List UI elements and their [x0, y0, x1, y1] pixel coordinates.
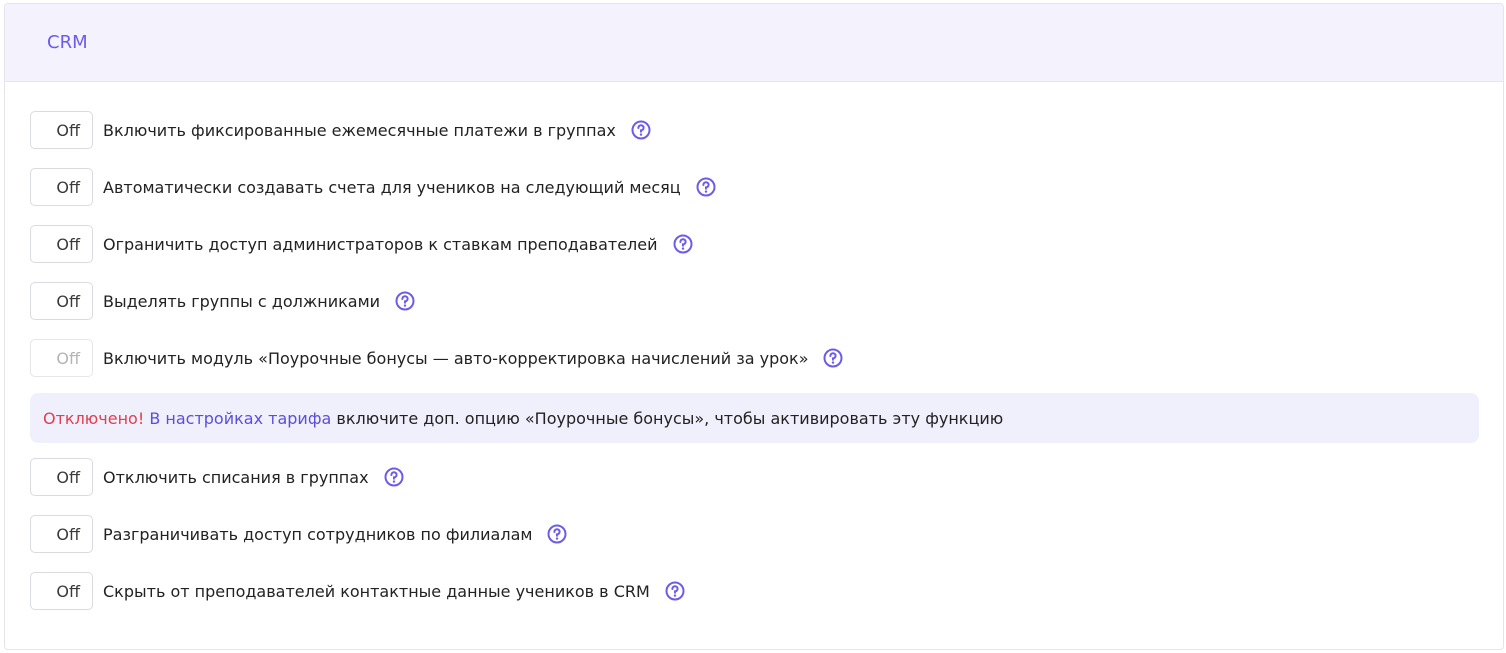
setting-auto-invoices: Off Автоматически создавать счета для уч… [30, 168, 716, 206]
tariff-settings-link[interactable]: В настройках тарифа [149, 409, 331, 428]
question-circle-icon[interactable] [547, 524, 567, 544]
toggle-disable-group-charges[interactable]: Off [30, 458, 93, 496]
toggle-restrict-admin-rates[interactable]: Off [30, 225, 93, 263]
toggle-hide-student-contacts[interactable]: Off [30, 572, 93, 610]
toggle-fixed-monthly-payments[interactable]: Off [30, 111, 93, 149]
question-circle-icon[interactable] [673, 234, 693, 254]
setting-label: Выделять группы с должниками [103, 291, 381, 311]
setting-label: Автоматически создавать счета для ученик… [103, 177, 681, 197]
question-circle-icon[interactable] [823, 348, 843, 368]
toggle-lesson-bonuses: Off [30, 339, 93, 377]
setting-label: Скрыть от преподавателей контактные данн… [103, 581, 650, 601]
setting-label: Отключить списания в группах [103, 467, 369, 487]
alert-text: включите доп. опцию «Поурочные бонусы», … [336, 408, 1004, 428]
setting-lesson-bonuses: Off Включить модуль «Поурочные бонусы — … [30, 339, 843, 377]
crm-settings-panel: CRM Off Включить фиксированные ежемесячн… [4, 3, 1504, 650]
setting-branch-access: Off Разграничивать доступ сотрудников по… [30, 515, 567, 553]
toggle-auto-invoices[interactable]: Off [30, 168, 93, 206]
alert-prefix: Отключено! [43, 408, 145, 428]
setting-label: Включить фиксированные ежемесячные плате… [103, 120, 616, 140]
setting-disable-group-charges: Off Отключить списания в группах [30, 458, 404, 496]
setting-label: Включить модуль «Поурочные бонусы — авто… [103, 348, 809, 368]
question-circle-icon[interactable] [665, 581, 685, 601]
question-circle-icon[interactable] [384, 467, 404, 487]
panel-header: CRM [5, 4, 1503, 82]
question-circle-icon[interactable] [395, 291, 415, 311]
setting-restrict-admin-rates: Off Ограничить доступ администраторов к … [30, 225, 693, 263]
setting-label: Ограничить доступ администраторов к став… [103, 234, 658, 254]
tariff-disabled-alert: Отключено! В настройках тарифа включите … [30, 393, 1479, 443]
setting-highlight-debtors: Off Выделять группы с должниками [30, 282, 415, 320]
question-circle-icon[interactable] [631, 120, 651, 140]
toggle-highlight-debtors[interactable]: Off [30, 282, 93, 320]
toggle-branch-access[interactable]: Off [30, 515, 93, 553]
question-circle-icon[interactable] [696, 177, 716, 197]
setting-hide-student-contacts: Off Скрыть от преподавателей контактные … [30, 572, 685, 610]
setting-fixed-monthly-payments: Off Включить фиксированные ежемесячные п… [30, 111, 651, 149]
panel-title: CRM [47, 32, 88, 53]
setting-label: Разграничивать доступ сотрудников по фил… [103, 524, 533, 544]
